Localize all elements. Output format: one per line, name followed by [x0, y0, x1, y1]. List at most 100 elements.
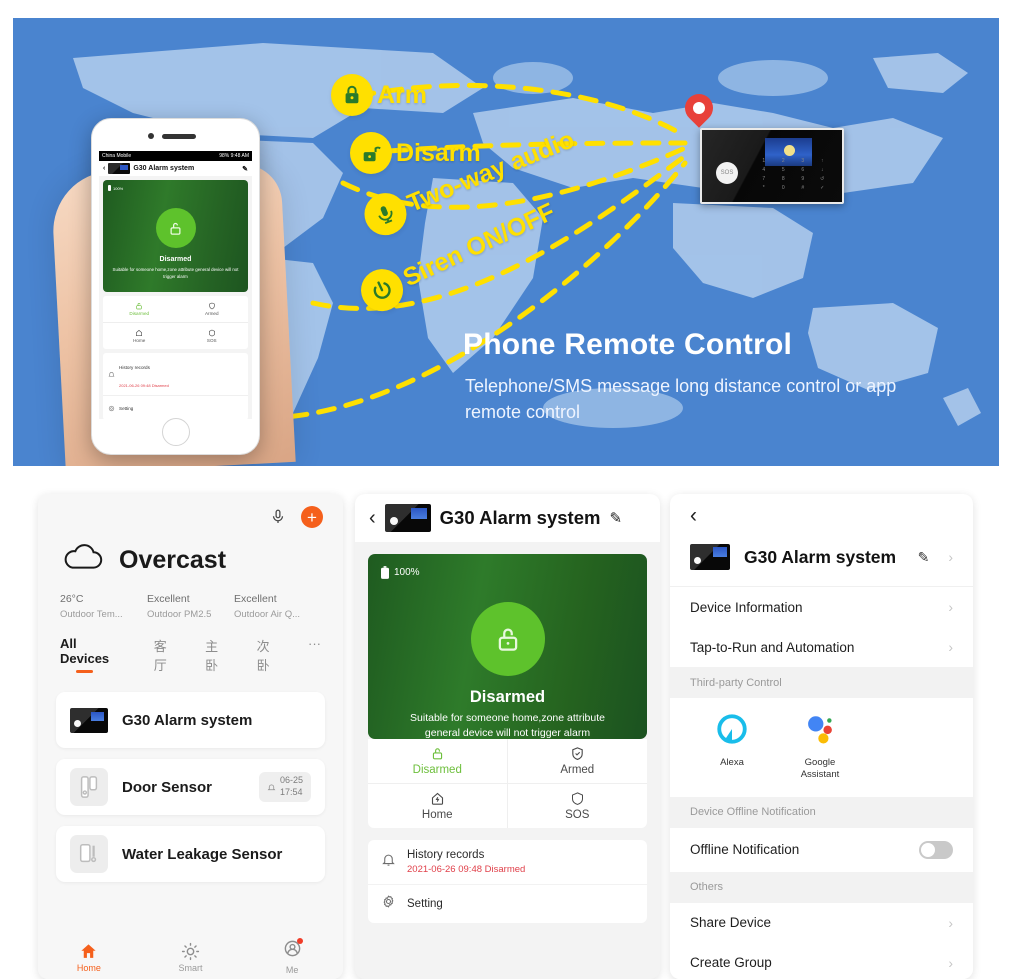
nav-smart[interactable]: Smart: [140, 942, 242, 973]
device-card-g30[interactable]: G30 Alarm system: [56, 692, 325, 748]
row-offline-notification[interactable]: Offline Notification: [670, 827, 973, 872]
arm-state-description: Suitable for someone home,zone attribute…: [410, 712, 605, 739]
row-device-information[interactable]: Device Information ›: [670, 586, 973, 627]
phone-mode-disarmed: Disarmed: [103, 296, 176, 323]
event-time: 17:54: [279, 787, 303, 797]
mode-sos-button[interactable]: SOS: [508, 784, 648, 828]
device-control-panel: ‹ G30 Alarm system ✎ 100% Disarmed Suita…: [355, 494, 660, 979]
add-device-button[interactable]: +: [301, 506, 323, 528]
weather-stat: Excellent Outdoor PM2.5: [147, 593, 212, 620]
history-value: 2021-06-26 09:48 Disarmed: [407, 864, 526, 875]
device-card-water-sensor[interactable]: Water Leakage Sensor: [56, 826, 325, 882]
microphone-icon[interactable]: [269, 508, 287, 526]
row-share-device[interactable]: Share Device ›: [670, 902, 973, 943]
device-name: G30 Alarm system: [122, 711, 253, 729]
device-options-list: History records 2021-06-26 09:48 Disarme…: [368, 840, 647, 923]
row-tap-to-run[interactable]: Tap-to-Run and Automation ›: [670, 627, 973, 667]
mode-disarmed-button[interactable]: Disarmed: [368, 739, 508, 784]
nav-home[interactable]: Home: [38, 942, 140, 973]
mode-disarmed-label: Disarmed: [412, 764, 462, 776]
nav-me-label: Me: [285, 965, 299, 975]
notification-badge: [296, 938, 303, 944]
phone-setting-label: Setting: [119, 405, 134, 411]
alarm-panel-device-photo: SOS 1 2 3 ↑ 4 5 6 ↓ 7 8 9 ↺ * 0 # ✓: [700, 128, 844, 204]
back-chevron-icon[interactable]: ‹: [369, 507, 376, 530]
tab-second-bedroom[interactable]: 次卧: [257, 636, 282, 681]
row-create-group[interactable]: Create Group ›: [670, 942, 973, 979]
hero-banner: China Mobile 98% 9:48 AM ‹ G30 Alarm sys…: [13, 18, 999, 466]
banner-subtitle: Telephone/SMS message long distance cont…: [465, 376, 897, 423]
phone-history-title: History records: [119, 365, 150, 370]
device-sos-button: SOS: [716, 162, 738, 184]
phone-history-value: 2021-06-26 09:48 Disarmed: [119, 383, 169, 388]
battery-icon: [108, 185, 111, 191]
pencil-icon: ✎: [242, 165, 248, 173]
phone-mode-home: Home: [103, 323, 176, 349]
tab-all-devices[interactable]: All Devices: [60, 636, 128, 673]
tab-more[interactable]: ···: [308, 636, 321, 658]
section-third-party-control: Third-party Control: [670, 667, 973, 698]
weather-summary: Overcast: [38, 540, 343, 579]
device-keypad: 1 2 3 ↑ 4 5 6 ↓ 7 8 9 ↺ * 0 # ✓: [762, 158, 825, 191]
offline-notification-toggle[interactable]: [919, 840, 953, 859]
chevron-right-icon: ›: [948, 954, 953, 971]
phone-mockup: China Mobile 98% 9:48 AM ‹ G30 Alarm sys…: [91, 118, 260, 455]
phone-earpiece-area: [92, 119, 259, 151]
lock-state-button[interactable]: [470, 602, 545, 676]
status-right: 98% 9:48 AM: [219, 153, 249, 159]
offline-notification-label: Offline Notification: [690, 842, 800, 858]
device-title: G30 Alarm system: [439, 507, 601, 528]
setting-row[interactable]: Setting: [368, 885, 647, 923]
battery-level: 100%: [394, 567, 420, 578]
nav-me[interactable]: Me: [241, 938, 343, 975]
gear-icon: [108, 399, 115, 417]
tap-to-run-label: Tap-to-Run and Automation: [690, 639, 855, 655]
phone-state-desc: Suitable for someone home,zone attribute…: [112, 267, 239, 279]
phone-screen: China Mobile 98% 9:48 AM ‹ G30 Alarm sys…: [99, 151, 252, 419]
event-date: 06-25: [279, 775, 303, 786]
device-card-door-sensor[interactable]: Door Sensor 06-25 17:54: [56, 759, 325, 815]
device-information-label: Device Information: [690, 599, 803, 615]
chevron-right-icon: ›: [948, 549, 953, 565]
share-device-label: Share Device: [690, 915, 772, 931]
phone-status-card: 100% Disarmed Suitable for someone home,…: [103, 180, 248, 292]
pencil-icon[interactable]: ✎: [918, 549, 930, 566]
pencil-icon[interactable]: ✎: [609, 509, 622, 527]
back-chevron-icon: ‹: [103, 165, 106, 172]
weather-stats: 26°C Outdoor Tem... Excellent Outdoor PM…: [38, 579, 343, 620]
phone-mode-grid: Disarmed Armed Home SOS: [103, 296, 248, 349]
phone-mode-sos: SOS: [176, 323, 249, 349]
assistant-alexa[interactable]: Alexa: [704, 712, 760, 781]
weather-condition: Overcast: [119, 546, 227, 574]
alarm-panel-thumb: [108, 163, 131, 174]
feature-arm-label: Arm: [377, 80, 428, 109]
speaker-grille: [162, 134, 196, 139]
water-sensor-icon: [70, 835, 108, 873]
door-sensor-icon: [70, 768, 108, 806]
bell-icon: [108, 365, 115, 383]
weather-stat: 26°C Outdoor Tem...: [60, 593, 123, 620]
phone-lock-button: [155, 208, 196, 248]
cloud-icon: [60, 542, 106, 579]
room-tabs: All Devices 客厅 主卧 次卧 ···: [38, 620, 343, 681]
mode-home-button[interactable]: Home: [368, 784, 508, 828]
mode-armed-label: Armed: [560, 764, 595, 776]
alarm-panel-thumb: [384, 504, 431, 532]
history-records-row[interactable]: History records 2021-06-26 09:48 Disarme…: [368, 840, 647, 885]
chevron-right-icon: ›: [948, 914, 953, 931]
nav-home-label: Home: [76, 962, 101, 973]
status-carrier: China Mobile: [102, 153, 132, 159]
assistant-google-label: Google Assistant: [800, 757, 840, 780]
settings-device-row[interactable]: G30 Alarm system ✎ ›: [670, 538, 973, 586]
third-party-assistants: Alexa Google Assistant: [670, 698, 973, 797]
mode-armed-button[interactable]: Armed: [507, 739, 647, 784]
device-settings-panel: ‹ G30 Alarm system ✎ › Device Informatio…: [670, 494, 973, 979]
tab-living-room[interactable]: 客厅: [154, 636, 179, 681]
phone-history-row: History records 2021-06-26 09:48 Disarme…: [103, 353, 248, 396]
phone-state: Disarmed: [159, 256, 192, 263]
gear-icon: [381, 894, 396, 914]
assistant-google[interactable]: Google Assistant: [792, 712, 848, 781]
phone-header-title: G30 Alarm system: [133, 165, 195, 172]
back-chevron-icon[interactable]: ‹: [690, 504, 697, 528]
tab-master-bedroom[interactable]: 主卧: [205, 636, 230, 681]
